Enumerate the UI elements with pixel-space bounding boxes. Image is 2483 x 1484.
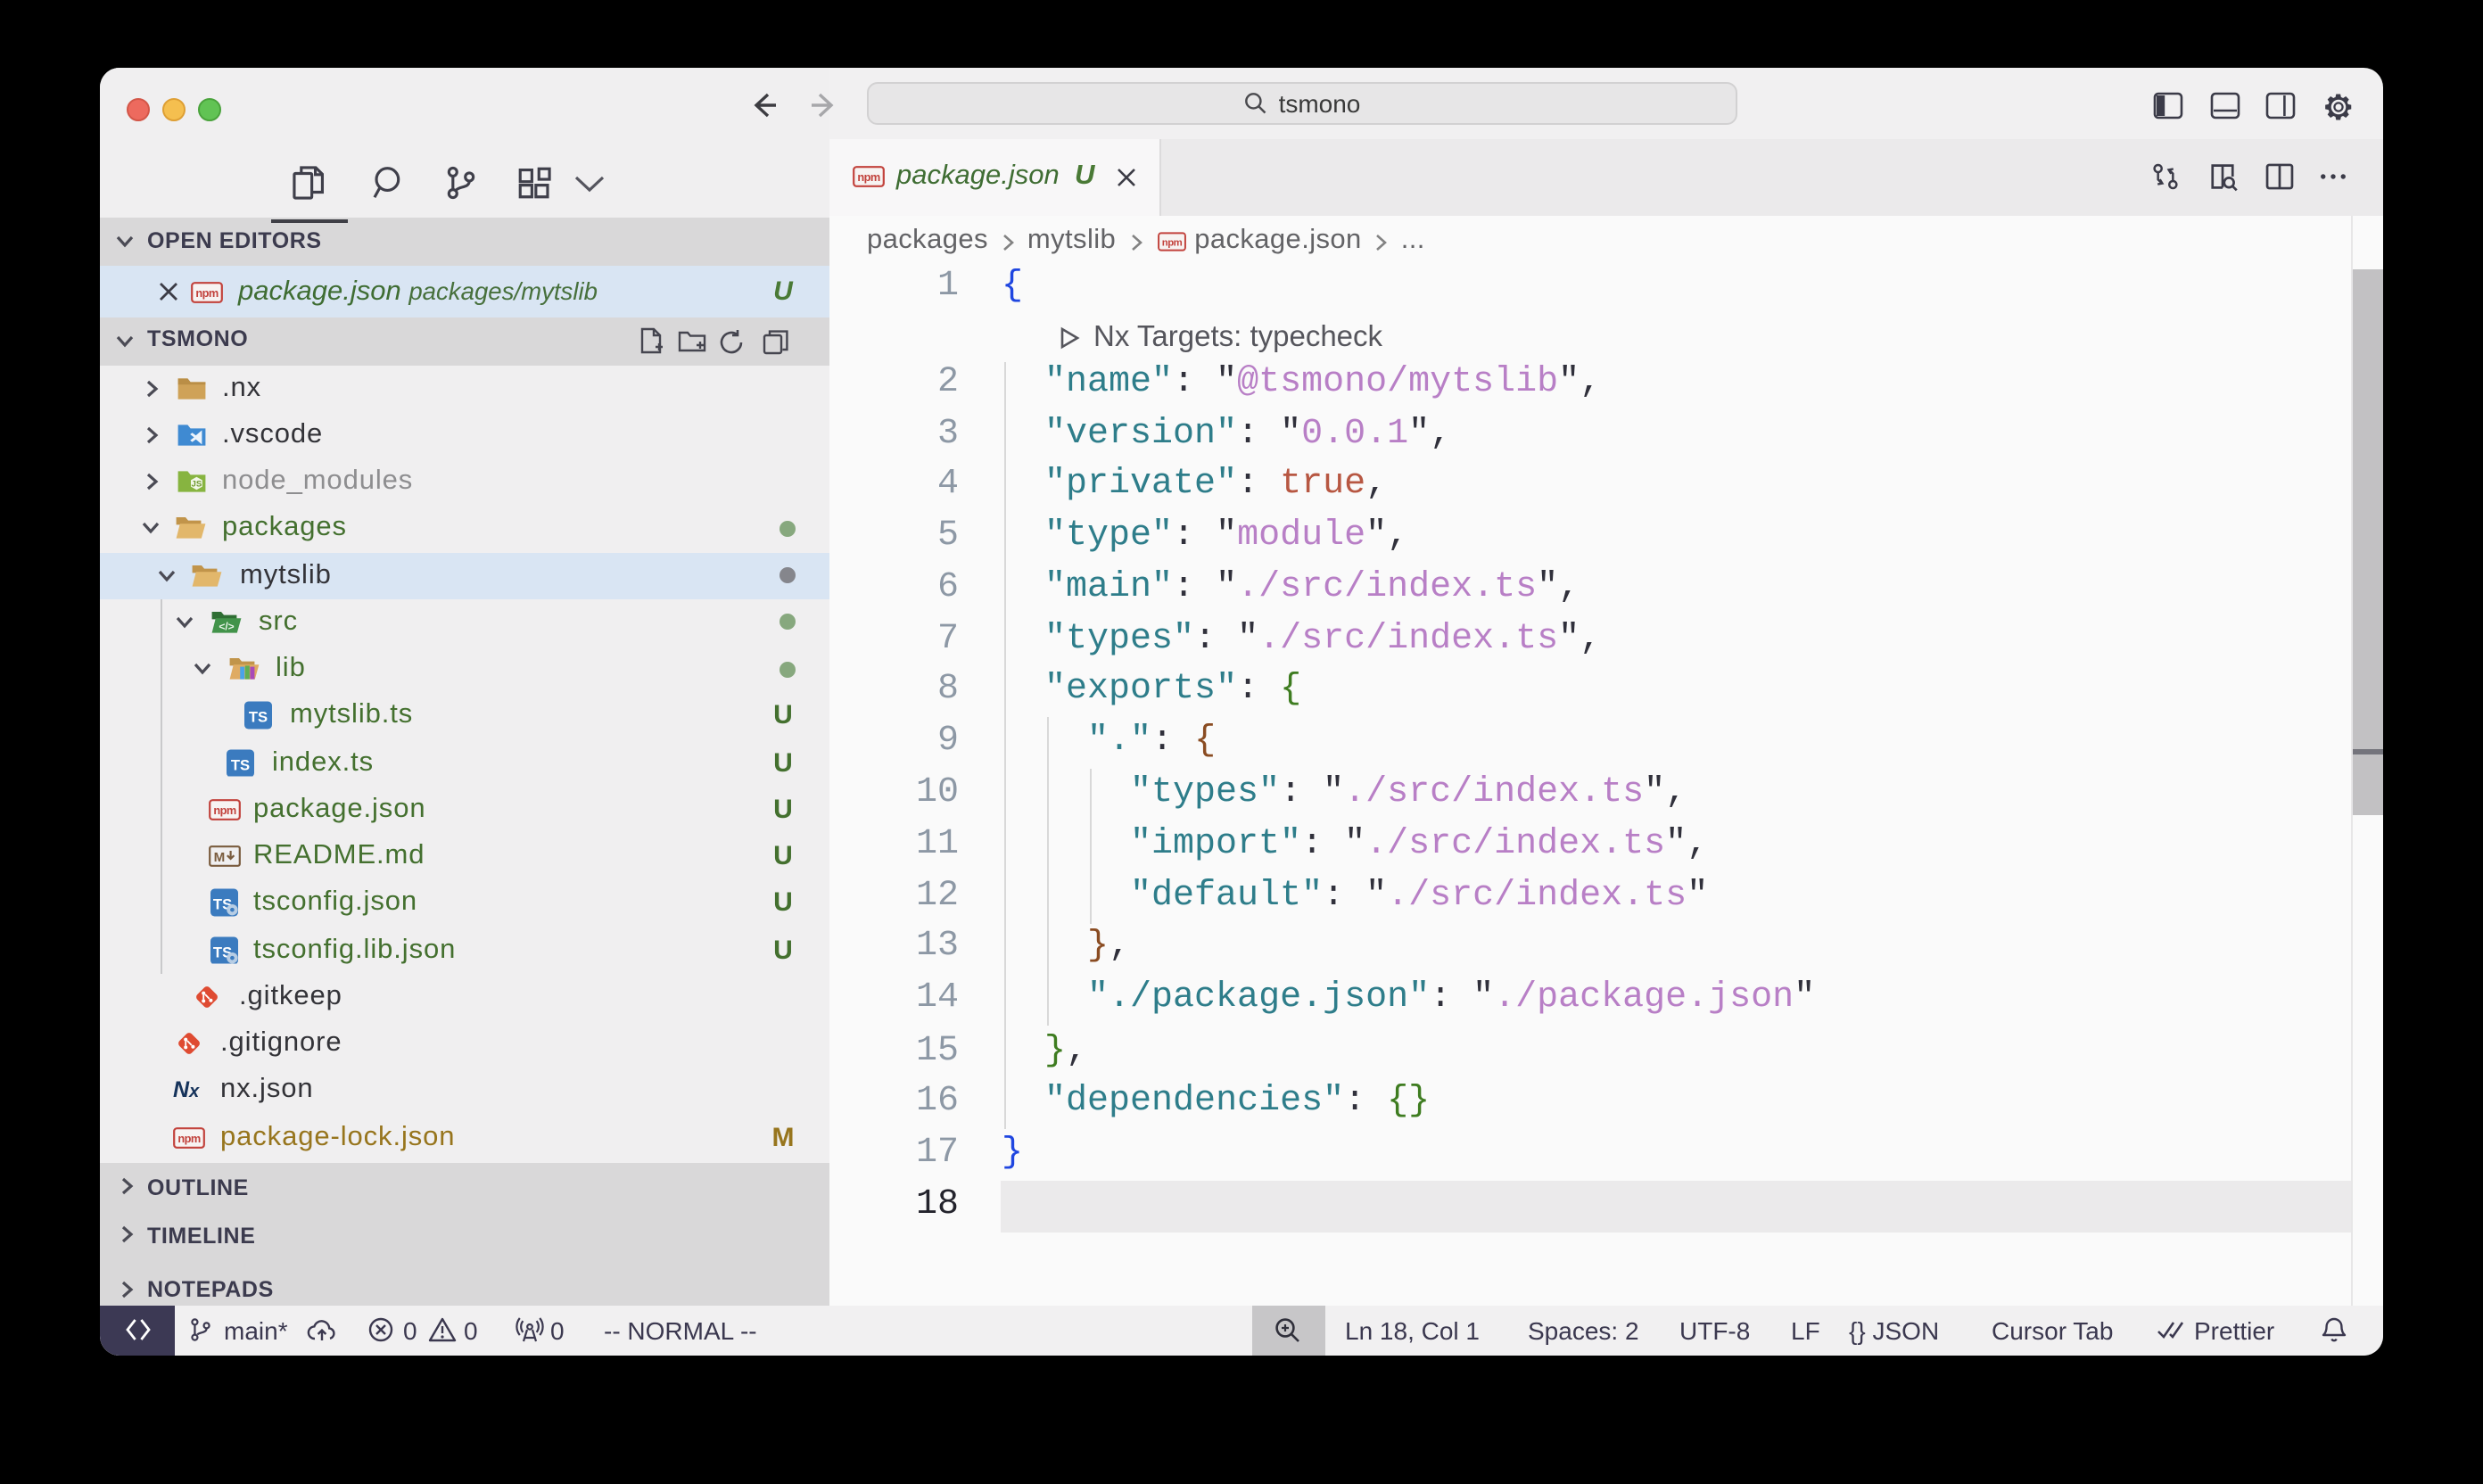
svg-text:</>: </>: [219, 620, 234, 632]
svg-text:npm: npm: [856, 170, 879, 184]
svg-text:npm: npm: [213, 804, 235, 817]
svg-text:TS: TS: [231, 756, 250, 773]
svg-text:npm: npm: [1161, 238, 1182, 249]
svg-text:npm: npm: [177, 1131, 200, 1144]
svg-text:TS: TS: [249, 709, 268, 726]
svg-text:npm: npm: [195, 285, 218, 299]
svg-text:M: M: [214, 850, 226, 865]
svg-text:JS: JS: [191, 480, 202, 490]
